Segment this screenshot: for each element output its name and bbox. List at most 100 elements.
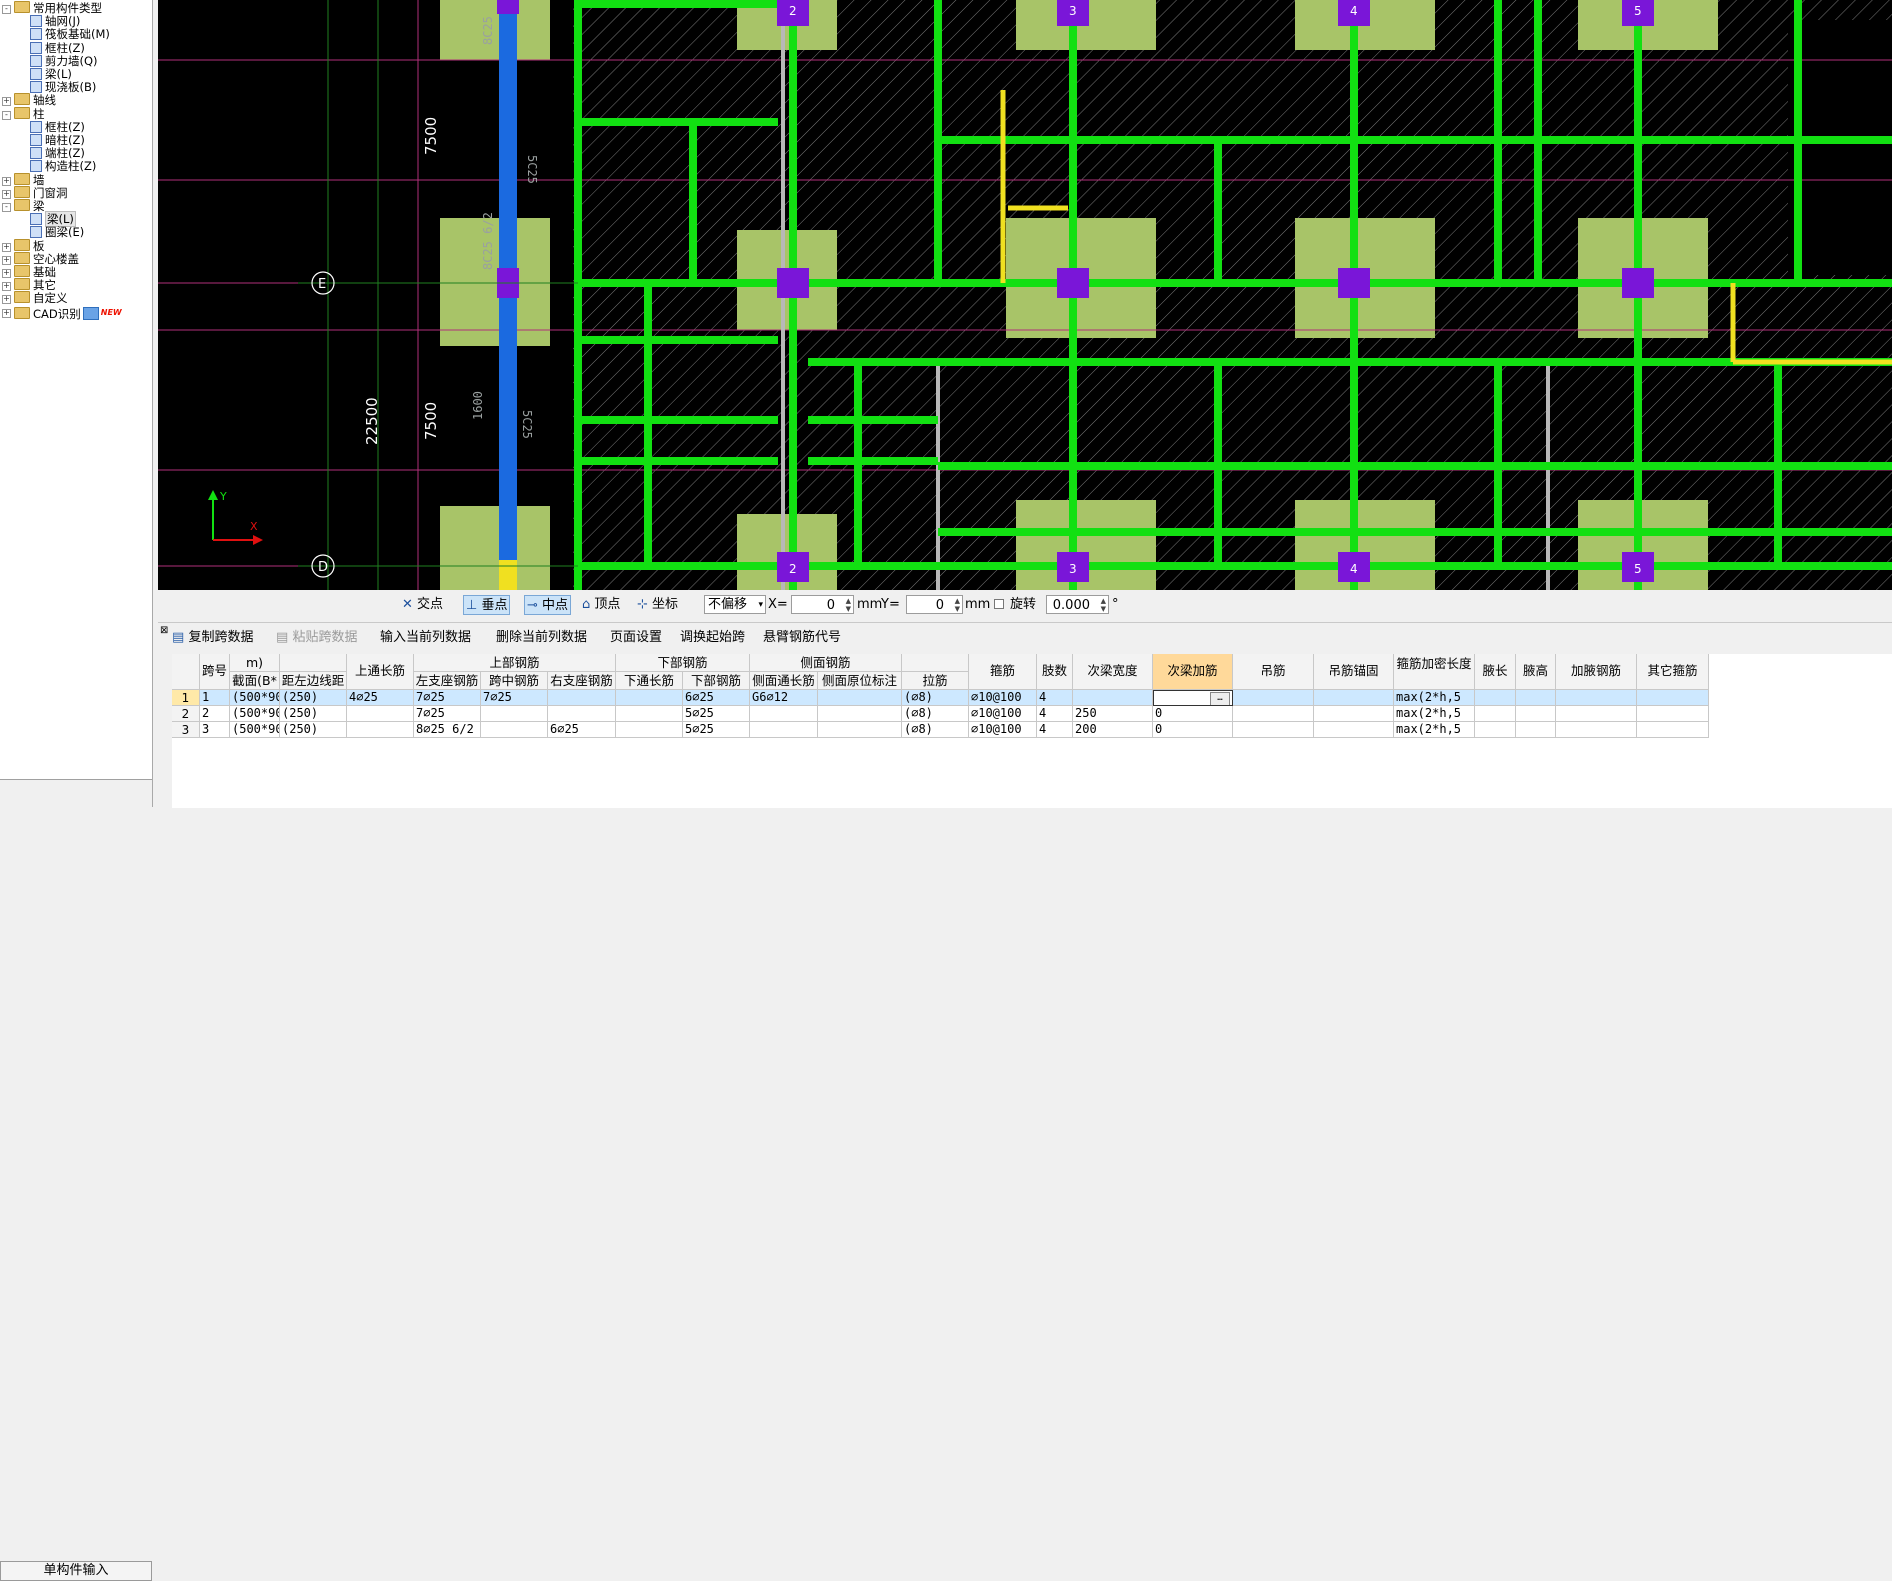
table-cell[interactable]	[1556, 706, 1637, 722]
row-header[interactable]: 1	[172, 690, 200, 706]
expand-icon[interactable]: +	[2, 308, 11, 318]
column-header[interactable]: 次梁宽度	[1073, 654, 1153, 690]
table-cell[interactable]: ⌀10@100	[969, 690, 1037, 706]
table-cell[interactable]: 3	[200, 722, 230, 738]
input-column-data-button[interactable]: 输入当前列数据	[380, 627, 471, 649]
column-header[interactable]: 吊筋	[1233, 654, 1314, 690]
table-cell[interactable]: 0	[1153, 722, 1233, 738]
column-header[interactable]: 跨中钢筋	[481, 672, 548, 690]
column-header[interactable]: 肢数	[1037, 654, 1073, 690]
column-header[interactable]: 下通长筋	[616, 672, 683, 690]
column-header[interactable]: 拉筋	[902, 672, 969, 690]
table-cell[interactable]	[1637, 706, 1709, 722]
table-cell[interactable]: 6⌀25	[683, 690, 750, 706]
table-cell[interactable]	[1233, 706, 1314, 722]
table-cell[interactable]	[1556, 722, 1637, 738]
table-cell[interactable]: max(2*h,5	[1394, 706, 1475, 722]
y-input[interactable]: 0 ▲ ▼	[906, 595, 963, 614]
table-cell[interactable]: 7⌀25	[414, 690, 481, 706]
table-cell[interactable]: (⌀8)	[902, 722, 969, 738]
snap-midpoint[interactable]: ⊸ 中点	[524, 595, 572, 615]
table-cell[interactable]: 2	[200, 706, 230, 722]
column-header[interactable]: 上通长筋	[347, 654, 414, 690]
expand-icon[interactable]: +	[2, 255, 11, 265]
component-tree[interactable]: - 常用构件类型 轴网(J) 筏板基础(M) 框柱(Z) 剪力墙(Q) 梁(L) 现浇板(B)…	[0, 0, 153, 807]
table-cell[interactable]: (250)	[280, 722, 347, 738]
table-cell[interactable]: (500*90	[230, 722, 280, 738]
snap-perpendicular[interactable]: ⊥ 垂点	[463, 595, 511, 615]
table-cell[interactable]: 5⌀25	[683, 706, 750, 722]
table-cell[interactable]	[1516, 690, 1556, 706]
expand-icon[interactable]: +	[2, 242, 11, 252]
table-cell[interactable]: 250	[1073, 706, 1153, 722]
table-cell[interactable]	[481, 722, 548, 738]
table-cell[interactable]	[616, 690, 683, 706]
table-cell[interactable]	[818, 690, 902, 706]
single-component-input-button[interactable]: 单构件输入	[0, 1561, 152, 1581]
column-header[interactable]: 箍筋加密长度	[1394, 654, 1475, 690]
column-header[interactable]: 其它箍筋	[1637, 654, 1709, 690]
snap-vertex[interactable]: ⌂ 顶点	[582, 595, 620, 615]
spin-icon[interactable]: ▲ ▼	[1101, 597, 1106, 613]
table-cell[interactable]	[1233, 690, 1314, 706]
offset-select[interactable]: 不偏移 ▾	[704, 595, 766, 614]
table-cell[interactable]	[1073, 690, 1153, 706]
delete-column-data-button[interactable]: 删除当前列数据	[496, 627, 587, 649]
x-input[interactable]: 0 ▲ ▼	[791, 595, 854, 614]
snap-coordinate[interactable]: ⊹ 坐标	[637, 595, 678, 615]
table-cell[interactable]: 200	[1073, 722, 1153, 738]
table-cell[interactable]: max(2*h,5	[1394, 722, 1475, 738]
table-cell[interactable]: 4	[1037, 690, 1073, 706]
cad-drawing[interactable]: E D 2 3 4 5 2 3 4 5 7500 22500 7500 5C25…	[158, 0, 1892, 590]
table-cell[interactable]	[347, 706, 414, 722]
beam-span-table[interactable]: 跨号 m) 截面(B* 距左边线距 上通长筋 上部钢筋 左支座钢筋 跨中钢筋 右支座钢筋 下部钢筋…	[172, 654, 1892, 808]
column-header[interactable]: 侧面原位标注	[818, 672, 902, 690]
table-cell[interactable]	[1314, 706, 1394, 722]
ellipsis-button[interactable]: …	[1210, 692, 1230, 705]
column-header[interactable]: 腋高	[1516, 654, 1556, 690]
row-header[interactable]: 2	[172, 706, 200, 722]
column-header[interactable]: 侧面通长筋	[750, 672, 818, 690]
column-header[interactable]: 左支座钢筋	[414, 672, 481, 690]
expand-icon[interactable]: +	[2, 282, 11, 292]
table-cell[interactable]	[818, 722, 902, 738]
table-cell[interactable]: 4	[1037, 706, 1073, 722]
table-cell[interactable]	[1637, 690, 1709, 706]
table-cell[interactable]	[616, 706, 683, 722]
paste-span-data-button[interactable]: ▤ 粘贴跨数据	[276, 627, 357, 649]
column-header[interactable]: 次梁加筋	[1153, 654, 1233, 690]
spin-icon[interactable]: ▲ ▼	[955, 597, 960, 613]
copy-span-data-button[interactable]: ▤ 复制跨数据	[172, 627, 253, 649]
swap-start-span-button[interactable]: 调换起始跨	[680, 627, 745, 649]
table-cell[interactable]: 1	[200, 690, 230, 706]
expand-icon[interactable]: +	[2, 269, 11, 278]
page-setup-button[interactable]: 页面设置	[610, 627, 662, 649]
column-header[interactable]: 距左边线距	[280, 672, 347, 690]
table-cell[interactable]	[1314, 722, 1394, 738]
table-cell[interactable]: 4⌀25	[347, 690, 414, 706]
table-cell[interactable]	[818, 706, 902, 722]
expand-icon[interactable]: +	[2, 189, 11, 199]
snap-intersection[interactable]: ✕ 交点	[402, 595, 443, 615]
table-cell[interactable]: 5⌀25	[683, 722, 750, 738]
table-cell[interactable]	[1516, 706, 1556, 722]
table-cell[interactable]: 7⌀25	[414, 706, 481, 722]
table-cell[interactable]: 0	[1153, 706, 1233, 722]
table-cell[interactable]	[1233, 722, 1314, 738]
cantilever-code-button[interactable]: 悬臂钢筋代号	[763, 627, 841, 649]
drawing-canvas[interactable]: E D 2 3 4 5 2 3 4 5 7500 22500 7500 5C25…	[158, 0, 1892, 590]
table-cell[interactable]	[481, 706, 548, 722]
table-cell[interactable]	[1475, 706, 1516, 722]
table-cell[interactable]: ⌀10@100	[969, 706, 1037, 722]
row-header[interactable]: 3	[172, 722, 200, 738]
table-cell[interactable]: (⌀8)	[902, 706, 969, 722]
table-cell[interactable]	[548, 690, 616, 706]
table-cell[interactable]: G6⌀12	[750, 690, 818, 706]
column-header[interactable]: 箍筋	[969, 654, 1037, 690]
table-cell[interactable]: (500*90	[230, 690, 280, 706]
expand-icon[interactable]: +	[2, 97, 11, 107]
table-cell[interactable]: (250)	[280, 706, 347, 722]
table-cell[interactable]	[1516, 722, 1556, 738]
table-cell[interactable]	[1556, 690, 1637, 706]
column-header[interactable]: 跨号	[200, 654, 230, 690]
